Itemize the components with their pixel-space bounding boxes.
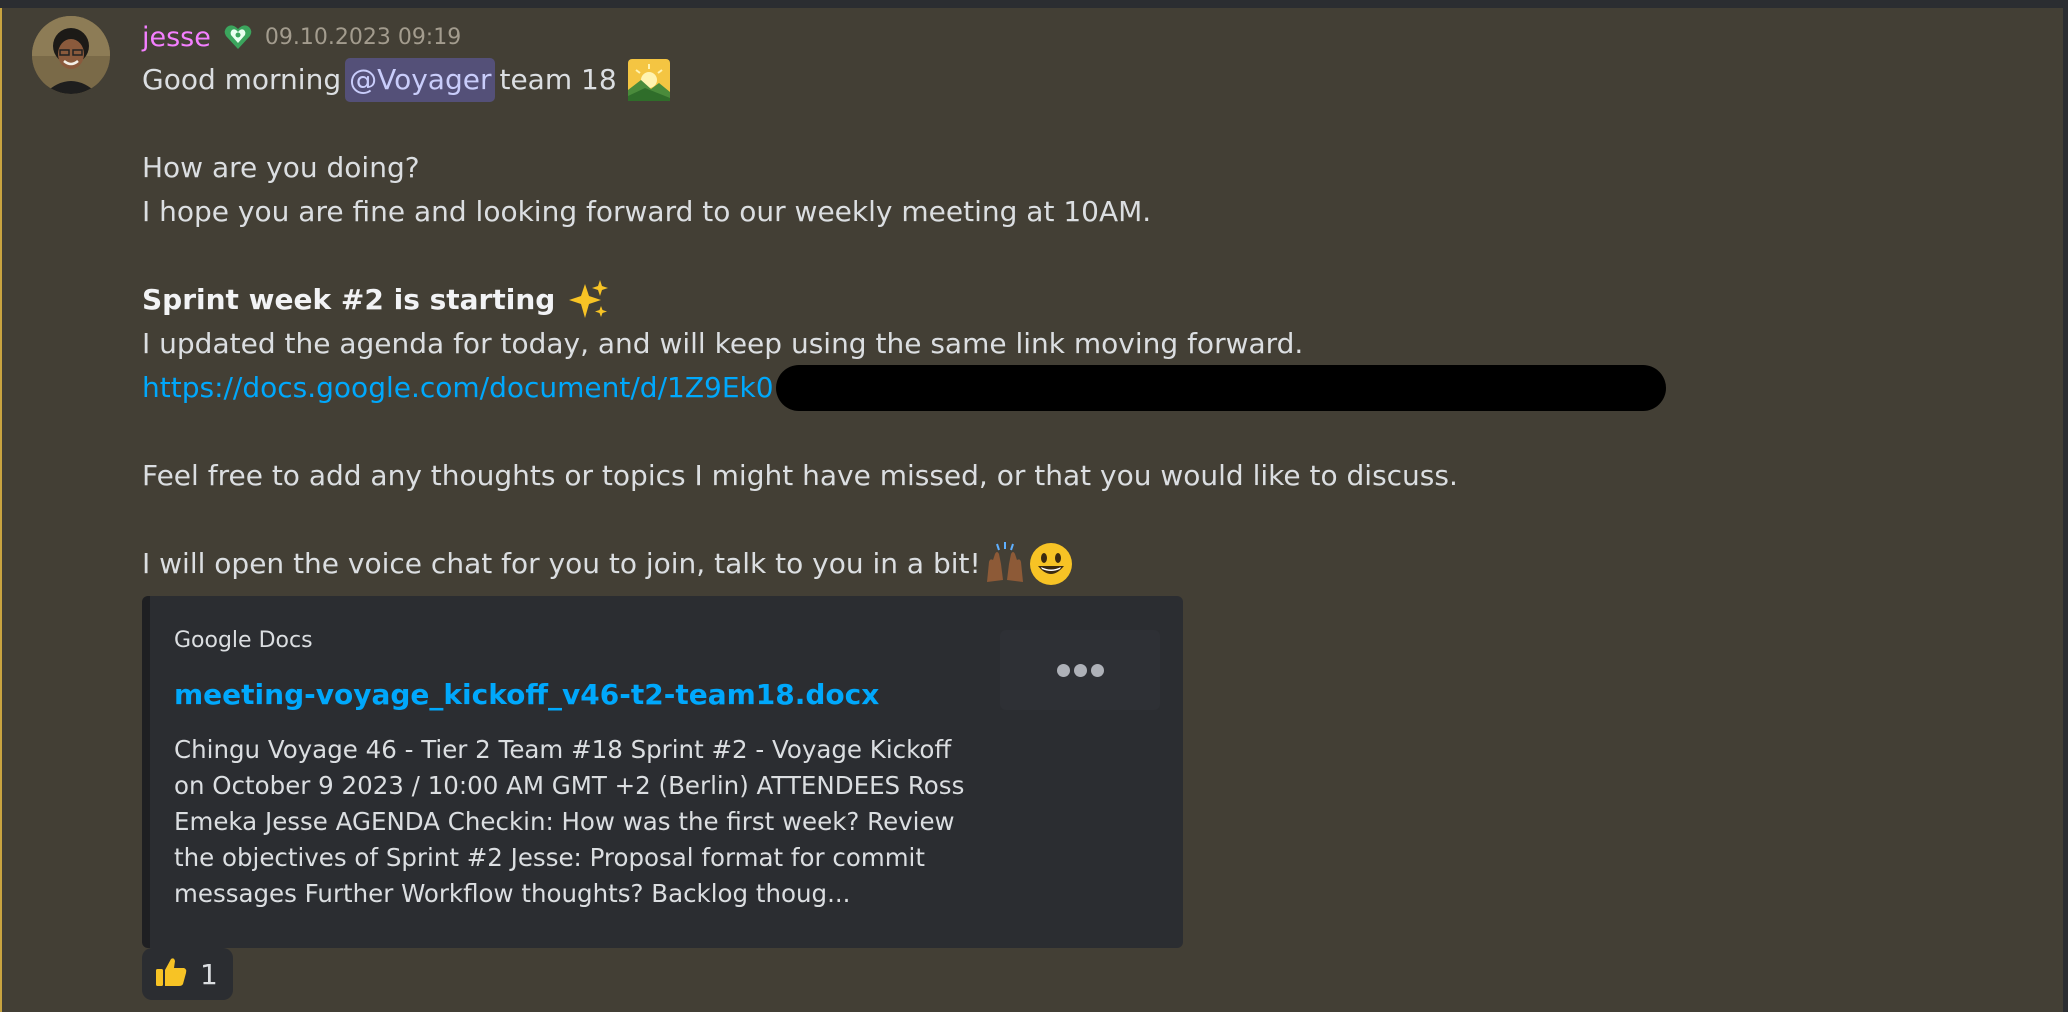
chat-frame: jesse 09.10.2023 09:19 Good morning @Voy… <box>0 0 2068 1012</box>
text-line: I updated the agenda for today, and will… <box>142 327 1304 360</box>
greeting-line: Good morning @Voyager team 18 <box>142 58 1942 102</box>
embed-provider[interactable]: Google Docs <box>174 628 313 653</box>
greeting-suffix: team 18 <box>499 63 617 96</box>
avatar[interactable] <box>32 16 110 94</box>
greeting-text: Good morning <box>142 63 342 96</box>
message-header: jesse 09.10.2023 09:19 <box>142 18 461 56</box>
sunrise-over-mountains-icon <box>627 58 671 102</box>
sprint-heading-line: Sprint week #2 is starting <box>142 278 1942 322</box>
ellipsis-icon <box>1056 663 1070 677</box>
more-options-button[interactable] <box>1000 630 1160 710</box>
sparkles-icon <box>565 278 609 322</box>
agenda-link[interactable]: https://docs.google.com/document/d/1Z9Ek… <box>142 366 774 410</box>
thumbs-up-icon <box>154 955 188 993</box>
link-embed[interactable]: Google Docs meeting-voyage_kickoff_v46-t… <box>142 596 1183 948</box>
embed-description: Chingu Voyage 46 - Tier 2 Team #18 Sprin… <box>174 735 965 908</box>
sprint-heading: Sprint week #2 is starting <box>142 283 556 316</box>
raised-hands-icon <box>983 542 1027 586</box>
text-line: I hope you are fine and looking forward … <box>142 195 1152 228</box>
redaction-bar <box>775 365 1666 411</box>
avatar-image <box>32 16 110 94</box>
message-timestamp: 09.10.2023 09:19 <box>264 24 462 50</box>
role-mention[interactable]: @Voyager <box>345 58 496 102</box>
reaction-button[interactable]: 1 <box>142 948 233 1000</box>
reaction-count: 1 <box>200 957 218 991</box>
heart-role-icon[interactable] <box>223 22 253 52</box>
text-line: How are you doing? <box>142 151 420 184</box>
embed-title[interactable]: meeting-voyage_kickoff_v46-t2-team18.doc… <box>174 678 879 711</box>
ellipsis-icon <box>1073 663 1087 677</box>
message-content: Good morning @Voyager team 18 How are yo… <box>142 58 1942 586</box>
ellipsis-icon <box>1090 663 1104 677</box>
text-line: Feel free to add any thoughts or topics … <box>142 459 1458 492</box>
chat-message: jesse 09.10.2023 09:19 Good morning @Voy… <box>0 8 2063 1012</box>
smiley-icon <box>1029 542 1073 586</box>
link-line: https://docs.google.com/document/d/1Z9Ek… <box>142 365 1942 411</box>
closing-line: I will open the voice chat for you to jo… <box>142 542 1942 586</box>
author-name[interactable]: jesse <box>142 22 211 53</box>
closing-text: I will open the voice chat for you to jo… <box>142 547 981 580</box>
